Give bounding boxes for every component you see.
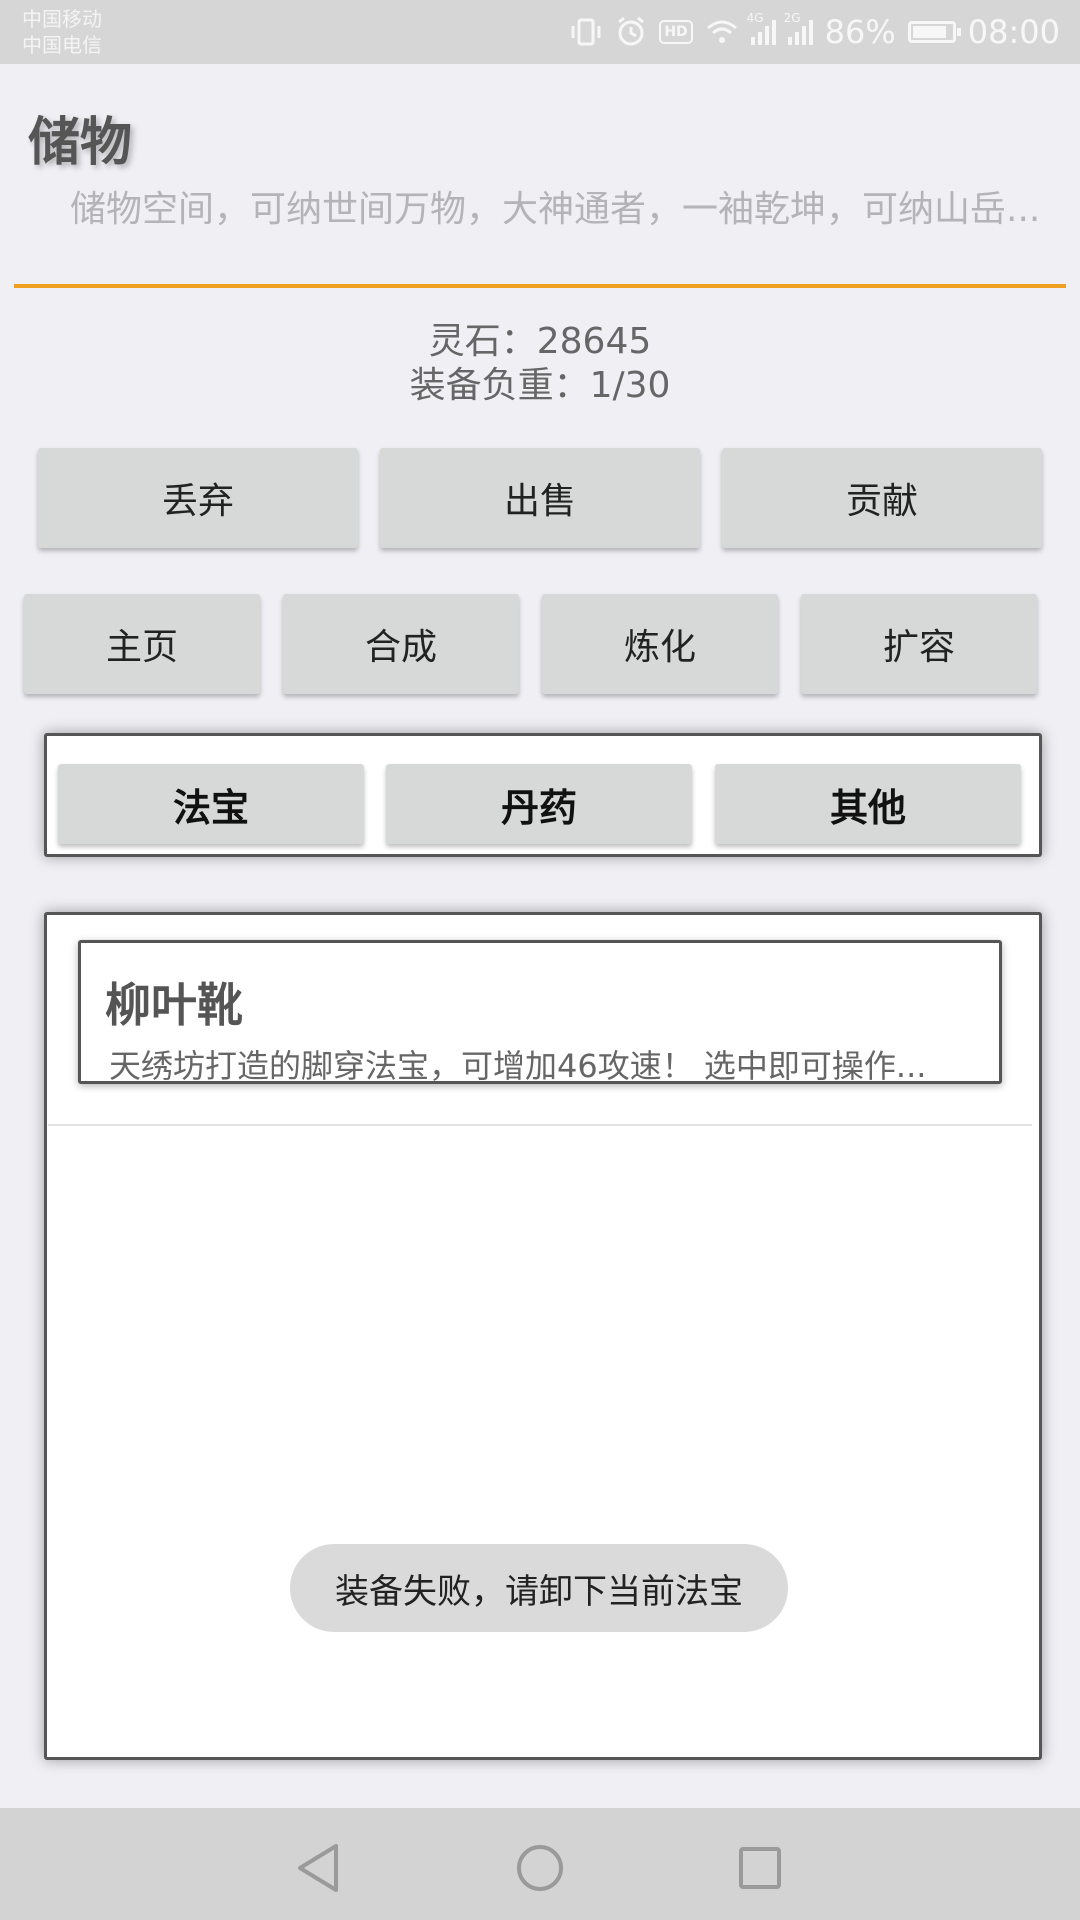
carrier-info: 中国移动 中国电信 <box>22 6 102 58</box>
net-type-1: 4G <box>746 11 764 25</box>
battery-percent: 86% <box>824 13 896 51</box>
page-title: 储物 <box>28 113 133 173</box>
carrier-1: 中国移动 <box>22 7 102 31</box>
tab-other[interactable]: 其他 <box>715 764 1021 844</box>
status-bar: 中国移动 中国电信 HD 4G 2G 86% 08:00 <box>0 0 1080 64</box>
net-type-2: 2G <box>783 11 801 25</box>
list-item[interactable]: 柳叶靴 天绣坊打造的脚穿法宝，可增加46攻速！ 选中即可操作... <box>78 940 1002 1085</box>
synthesize-button[interactable]: 合成 <box>283 594 519 694</box>
toast-message: 装备失败，请卸下当前法宝 <box>290 1544 788 1632</box>
item-name: 柳叶靴 <box>105 978 243 1032</box>
back-icon[interactable] <box>290 1838 350 1898</box>
status-icons: HD 4G 2G 86% 08:00 <box>569 0 1060 64</box>
home-icon[interactable] <box>510 1838 570 1898</box>
alarm-icon <box>618 16 645 46</box>
clock: 08:00 <box>967 13 1060 51</box>
vibrate-icon <box>571 18 601 46</box>
tab-treasure[interactable]: 法宝 <box>58 764 364 844</box>
contribute-button[interactable]: 贡献 <box>722 448 1042 548</box>
signal-2g-icon: 2G <box>784 11 813 45</box>
tab-pill[interactable]: 丹药 <box>386 764 692 844</box>
hd-icon: HD <box>659 20 693 44</box>
discard-button[interactable]: 丢弃 <box>38 448 358 548</box>
sell-button[interactable]: 出售 <box>380 448 700 548</box>
battery-icon <box>907 21 961 43</box>
recents-icon[interactable] <box>730 1838 790 1898</box>
carrier-2: 中国电信 <box>22 33 102 57</box>
equipment-load: 装备负重：1/30 <box>409 365 671 406</box>
wifi-icon <box>706 20 737 43</box>
signal-4g-icon: 4G <box>747 11 776 45</box>
item-description: 天绣坊打造的脚穿法宝，可增加46攻速！ 选中即可操作... <box>109 1047 927 1085</box>
description-field[interactable]: 储物空间，可纳世间万物，大神通者，一袖乾坤，可纳山岳... <box>14 178 1066 288</box>
list-divider <box>48 1124 1032 1126</box>
expand-button[interactable]: 扩容 <box>801 594 1037 694</box>
home-button[interactable]: 主页 <box>24 594 260 694</box>
refine-button[interactable]: 炼化 <box>542 594 778 694</box>
